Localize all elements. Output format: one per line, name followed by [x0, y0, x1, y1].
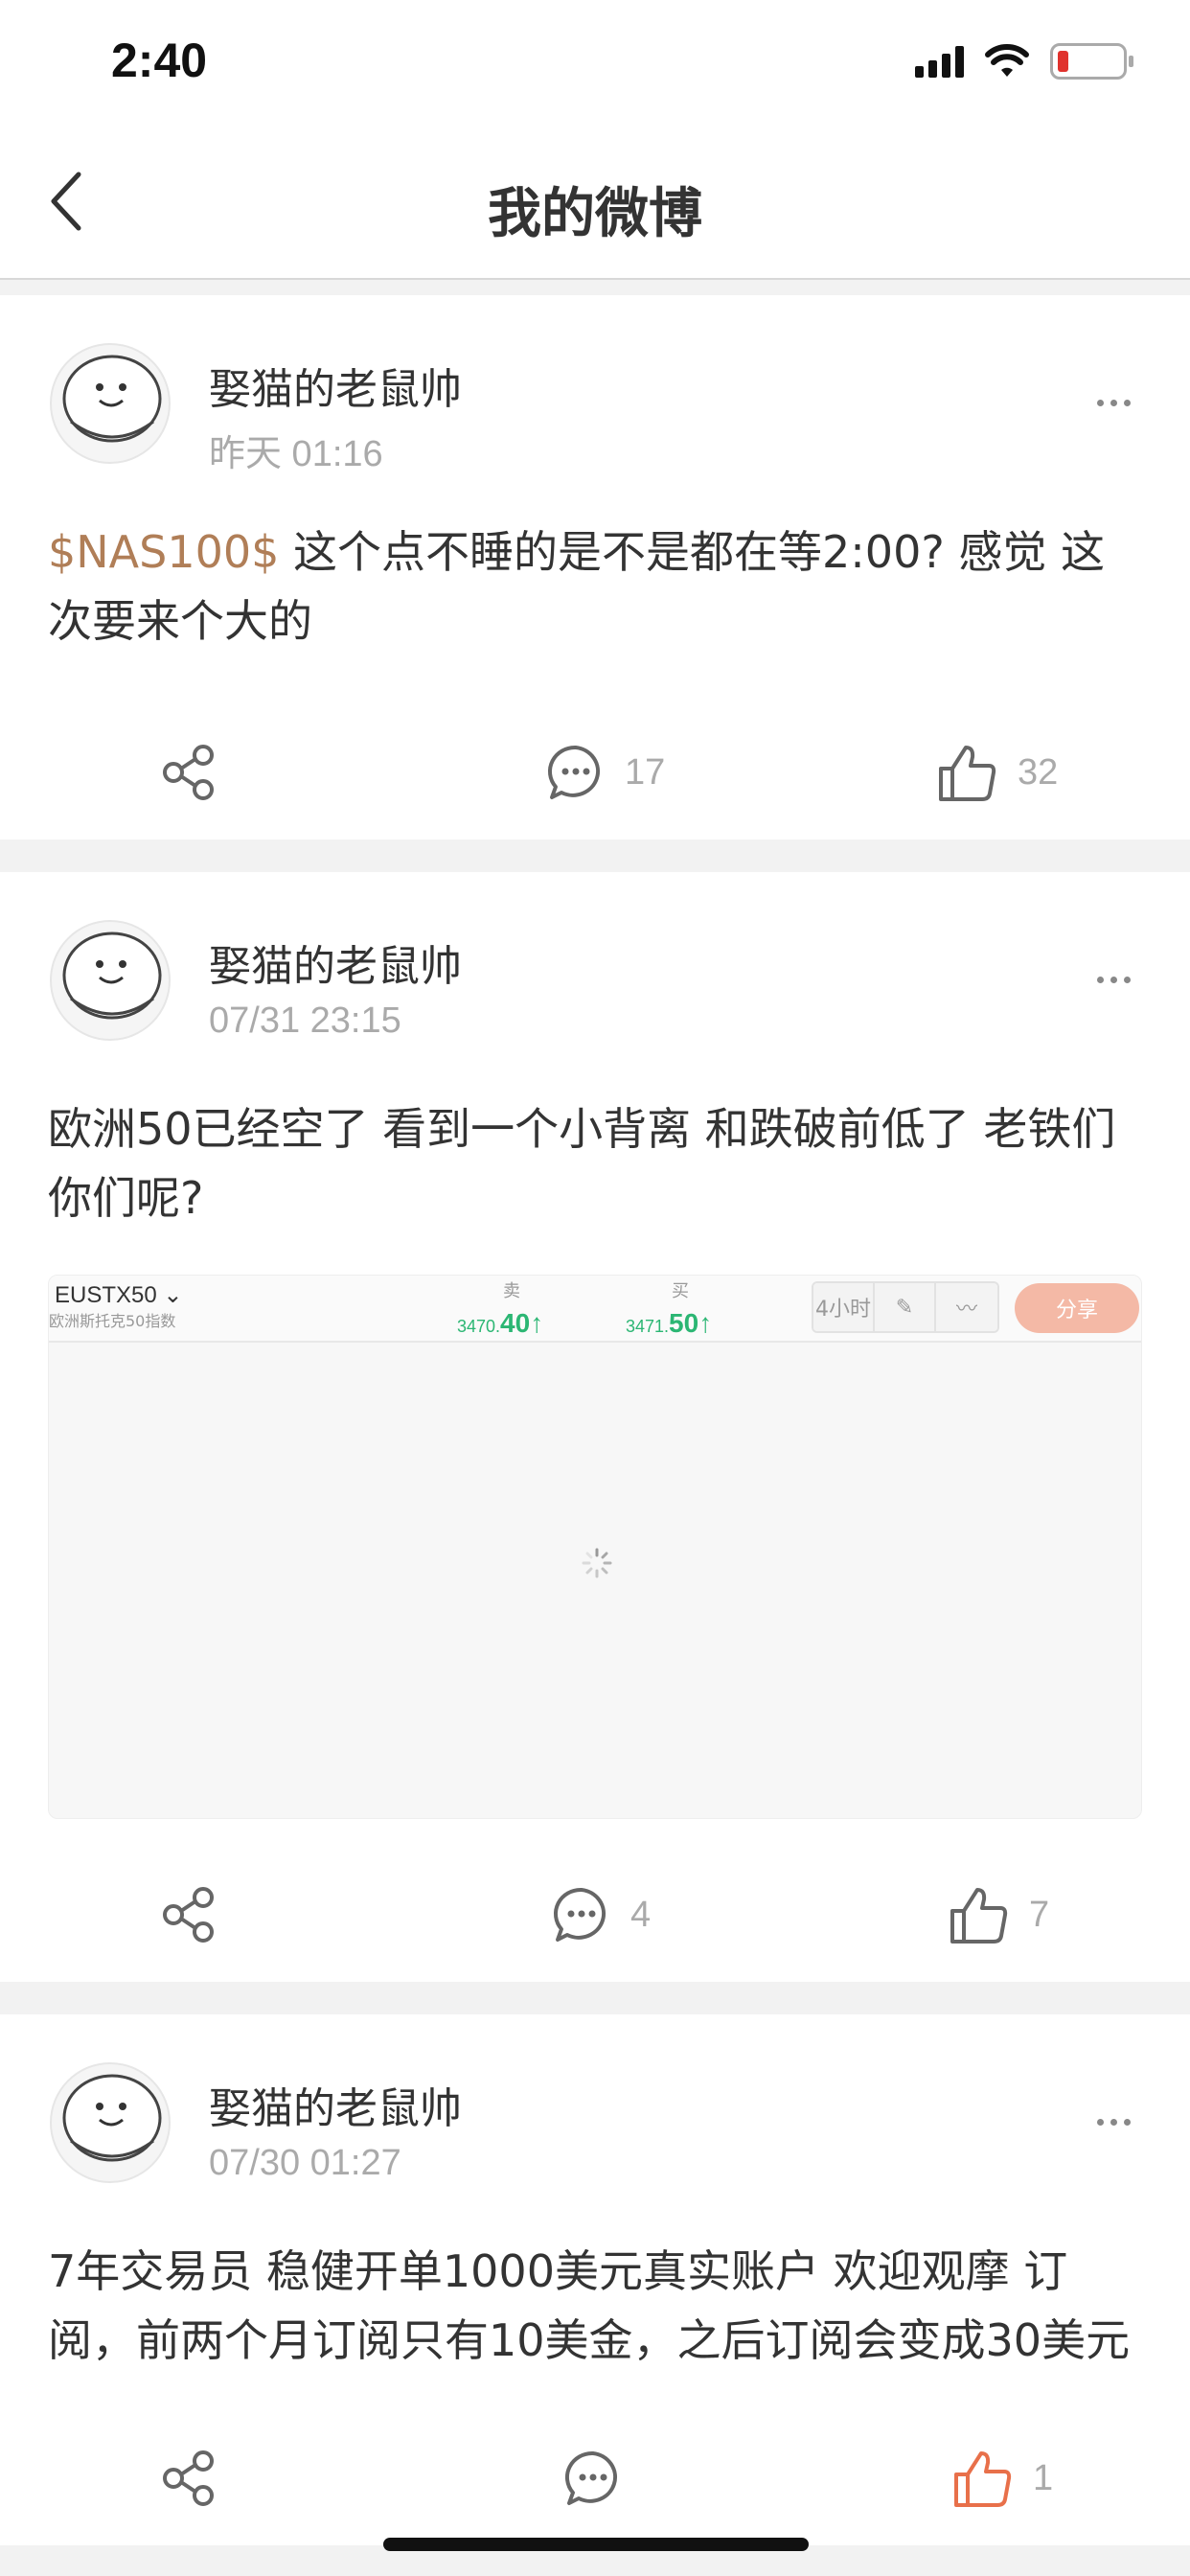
battery-icon	[1050, 43, 1133, 80]
like-count: 32	[1018, 751, 1059, 793]
post-header: 娶猫的老鼠帅 07/31 23:15	[0, 872, 1190, 1041]
comment-count: 4	[630, 1894, 652, 1935]
home-indicator[interactable]	[383, 2538, 809, 2551]
share-button[interactable]	[159, 1848, 218, 1982]
share-button[interactable]	[159, 2411, 218, 2545]
navigation-bar: 我的微博	[0, 125, 1190, 280]
avatar[interactable]	[50, 920, 171, 1041]
avatar[interactable]	[50, 343, 171, 464]
post-action-bar: 4 7	[0, 1848, 1190, 1982]
comment-button[interactable]	[563, 2411, 642, 2545]
stock-tag-link[interactable]: $NAS100$	[48, 526, 279, 578]
post-header: 娶猫的老鼠帅 昨天 01:16	[0, 295, 1190, 474]
more-options-button[interactable]	[1075, 960, 1152, 999]
comment-icon	[554, 1887, 606, 1942]
post-card: 娶猫的老鼠帅 07/30 01:27 7年交易员 稳健开单1000美元真实账户 …	[0, 2014, 1190, 2545]
share-icon	[163, 745, 214, 800]
wifi-icon	[985, 44, 1029, 77]
post-timestamp: 07/30 01:27	[209, 2143, 401, 2183]
post-card: 娶猫的老鼠帅 07/31 23:15 欧洲50已经空了 看到一个小背离 和跌破前…	[0, 872, 1190, 1982]
author-name[interactable]: 娶猫的老鼠帅	[209, 2074, 462, 2135]
like-button[interactable]: 7	[949, 1848, 1049, 1982]
like-count: 7	[1029, 1894, 1050, 1935]
post-text: $NAS100$ 这个点不睡的是不是都在等2:00? 感觉 这次要来个大的	[0, 464, 1190, 656]
chart-share-pill: 分享	[1015, 1283, 1139, 1333]
status-bar: 2:40	[0, 0, 1190, 125]
sell-label: 卖	[503, 1281, 520, 1301]
buy-price: 3471.50↑	[626, 1308, 713, 1338]
buy-label: 买	[672, 1281, 689, 1301]
symbol-label: EUSTX50 ⌄	[55, 1282, 183, 1308]
post-text: 7年交易员 稳健开单1000美元真实账户 欢迎观摩 订阅，前两个月订阅只有10美…	[48, 2245, 1131, 2366]
chart-toolbar: 4小时 ✎ 〰	[812, 1281, 999, 1333]
comment-icon	[565, 2450, 618, 2505]
like-button[interactable]: 32	[937, 705, 1058, 840]
thumbs-up-icon	[954, 2451, 1012, 2507]
sell-price: 3470.40↑	[457, 1308, 544, 1338]
status-time: 2:40	[111, 34, 208, 87]
draw-tool-icon: ✎	[875, 1283, 936, 1331]
share-icon	[163, 1887, 214, 1943]
post-action-bar: 1	[0, 2411, 1190, 2545]
share-button[interactable]	[159, 705, 218, 840]
post-feed: 娶猫的老鼠帅 昨天 01:16 $NAS100$ 这个点不睡的是不是都在等2:0…	[0, 295, 1190, 2576]
more-options-button[interactable]	[1075, 2103, 1152, 2141]
thumbs-up-icon	[950, 1888, 1008, 1944]
cellular-signal-icon	[915, 45, 964, 78]
timeframe-selector: 4小时	[813, 1283, 875, 1331]
post-timestamp: 07/31 23:15	[209, 1000, 401, 1041]
post-image[interactable]: EUSTX50 ⌄ 欧洲斯托克50指数 卖 3470.40↑ 买 3471.50…	[48, 1275, 1142, 1819]
comment-icon	[548, 745, 601, 799]
page-title: 我的微博	[488, 183, 702, 245]
comment-button[interactable]: 4	[552, 1848, 651, 1982]
thumbs-up-icon	[939, 746, 996, 801]
comment-button[interactable]: 17	[546, 705, 665, 840]
post-card: 娶猫的老鼠帅 昨天 01:16 $NAS100$ 这个点不睡的是不是都在等2:0…	[0, 295, 1190, 840]
post-action-bar: 17 32	[0, 705, 1190, 840]
indicator-icon: 〰	[936, 1283, 997, 1331]
post-timestamp: 昨天 01:16	[209, 434, 383, 474]
author-name[interactable]: 娶猫的老鼠帅	[209, 355, 462, 416]
author-name[interactable]: 娶猫的老鼠帅	[209, 932, 462, 993]
avatar[interactable]	[50, 2062, 171, 2183]
status-icons	[915, 42, 1133, 80]
like-button[interactable]: 1	[952, 2411, 1053, 2545]
comment-count: 17	[625, 751, 666, 793]
symbol-subtitle: 欧洲斯托克50指数	[49, 1312, 176, 1330]
post-text: 欧洲50已经空了 看到一个小背离 和跌破前低了 老铁们 你们呢?	[48, 1103, 1116, 1224]
like-count: 1	[1033, 2457, 1054, 2498]
more-options-button[interactable]	[1075, 383, 1152, 422]
post-header: 娶猫的老鼠帅 07/30 01:27	[0, 2014, 1190, 2183]
share-icon	[163, 2450, 214, 2506]
loading-spinner-icon	[582, 1548, 612, 1578]
chart-quote-bar: EUSTX50 ⌄ 欧洲斯托克50指数 卖 3470.40↑ 买 3471.50…	[49, 1276, 1141, 1343]
